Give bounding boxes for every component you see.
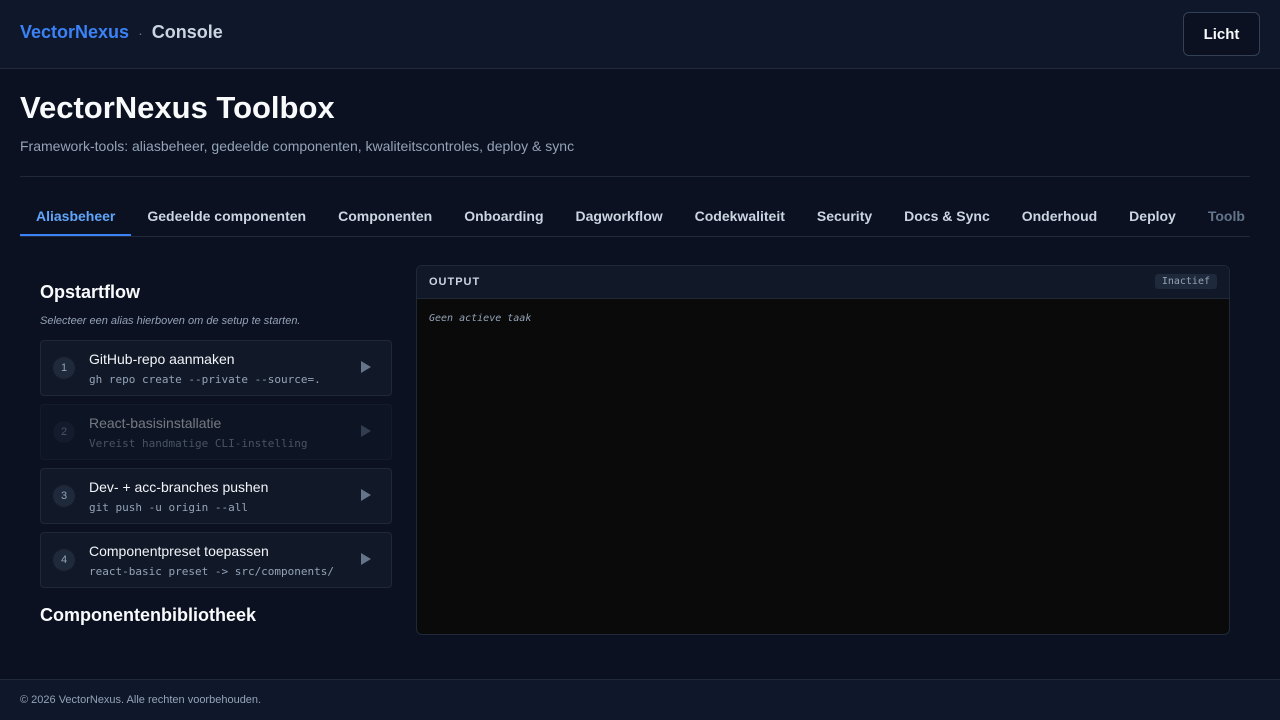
brand-separator: · [138, 24, 143, 41]
component-library-title: Componentenbibliotheek [40, 605, 256, 625]
tab-gedeelde-componenten[interactable]: Gedeelde componenten [131, 196, 322, 236]
divider [20, 176, 1250, 177]
status-badge: Inactief [1154, 274, 1217, 289]
play-icon [361, 425, 371, 437]
step-number: 3 [53, 485, 75, 507]
step-title: Dev- + acc-branches pushen [89, 479, 269, 495]
tab-onderhoud[interactable]: Onderhoud [1006, 196, 1113, 236]
step-number: 1 [53, 357, 75, 379]
step-item[interactable]: 4 Componentpreset toepassen react-basic … [40, 532, 392, 588]
step-command: gh repo create --private --source=. [89, 373, 321, 386]
play-icon[interactable] [361, 489, 371, 501]
startup-flow-title: Opstartflow [40, 282, 141, 302]
startup-flow-panel: Opstartflow Selecteer een alias hierbove… [40, 282, 392, 596]
startup-flow-hint: Selecteer een alias hierboven om de setu… [40, 315, 301, 327]
tab-aliasbeheer[interactable]: Aliasbeheer [20, 196, 132, 236]
tab-toolbox[interactable]: Toolb [1192, 196, 1250, 236]
tab-bar: Aliasbeheer Gedeelde componenten Component… [20, 196, 1250, 237]
theme-toggle-button[interactable]: Licht [1183, 12, 1260, 56]
top-bar: VectorNexus · Console Licht [0, 0, 1280, 69]
tab-componenten[interactable]: Componenten [322, 196, 448, 236]
step-item: 2 React-basisinstallatie Vereist handmat… [40, 404, 392, 460]
step-command: git push -u origin --all [89, 501, 248, 514]
step-title: GitHub-repo aanmaken [89, 351, 235, 367]
output-console[interactable]: Geen actieve taak [417, 299, 1229, 338]
tab-deploy[interactable]: Deploy [1113, 196, 1192, 236]
tab-dagworkflow[interactable]: Dagworkflow [560, 196, 679, 236]
step-command: react-basic preset -> src/components/ [89, 565, 335, 578]
tab-onboarding[interactable]: Onboarding [448, 196, 559, 236]
output-panel: OUTPUT Inactief Geen actieve taak [416, 265, 1230, 635]
step-title: Componentpreset toepassen [89, 543, 269, 559]
footer-text: © 2026 VectorNexus. Alle rechten voorbeh… [20, 694, 262, 706]
page-title: VectorNexus Toolbox [20, 90, 335, 125]
step-item[interactable]: 3 Dev- + acc-branches pushen git push -u… [40, 468, 392, 524]
output-label: OUTPUT [429, 276, 481, 288]
step-item[interactable]: 1 GitHub-repo aanmaken gh repo create --… [40, 340, 392, 396]
play-icon[interactable] [361, 553, 371, 565]
step-command: Vereist handmatige CLI-instelling [89, 437, 308, 450]
step-title: React-basisinstallatie [89, 415, 222, 431]
page-subtitle: Framework-tools: aliasbeheer, gedeelde c… [20, 138, 575, 154]
play-icon[interactable] [361, 361, 371, 373]
brand-name[interactable]: VectorNexus [20, 22, 129, 43]
tab-codekwaliteit[interactable]: Codekwaliteit [679, 196, 801, 236]
tab-security[interactable]: Security [801, 196, 888, 236]
tab-docs-sync[interactable]: Docs & Sync [888, 196, 1006, 236]
step-list: 1 GitHub-repo aanmaken gh repo create --… [40, 340, 392, 588]
brand[interactable]: VectorNexus · Console [20, 22, 223, 43]
step-number: 4 [53, 549, 75, 571]
footer: © 2026 VectorNexus. Alle rechten voorbeh… [0, 679, 1280, 720]
step-number: 2 [53, 421, 75, 443]
brand-section: Console [151, 22, 223, 42]
output-header: OUTPUT Inactief [417, 266, 1229, 299]
